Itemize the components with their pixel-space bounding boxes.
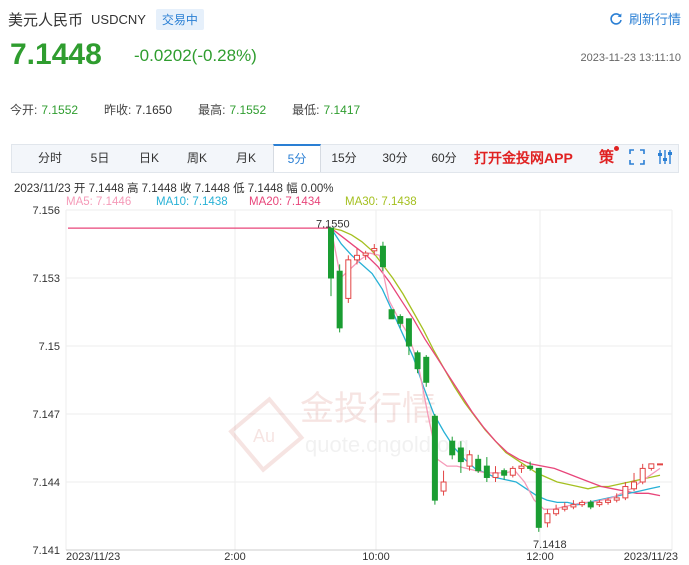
candle	[561, 506, 568, 510]
candle	[527, 465, 534, 469]
watermark-text: 金投行情	[300, 389, 436, 429]
refresh-button[interactable]: 刷新行情	[609, 9, 681, 28]
instrument-code: USDCNY	[91, 11, 146, 27]
y-tick-label: 7.15	[39, 341, 60, 353]
candle	[492, 472, 499, 478]
candle	[362, 252, 369, 256]
candle	[579, 501, 586, 506]
candle	[371, 248, 378, 252]
candle	[440, 481, 447, 492]
candle	[631, 481, 638, 490]
candle	[388, 309, 395, 320]
strategy-icon[interactable]: 策	[599, 146, 620, 167]
low-annotation: 7.1418	[533, 539, 567, 551]
high-annotation: 7.1550	[316, 219, 350, 231]
candle	[648, 463, 655, 469]
candle	[570, 504, 577, 508]
candle	[423, 356, 430, 383]
stat-low: 最低: 7.1417	[292, 103, 361, 117]
y-tick-label: 7.144	[32, 477, 60, 489]
quote-stats: 今开: 7.1552 昨收: 7.1650 最高: 7.1552 最低: 7.1417	[10, 101, 386, 118]
candle	[587, 501, 594, 508]
tab-30min[interactable]: 30分	[373, 145, 417, 172]
candle	[475, 458, 482, 472]
chart-grid	[65, 209, 673, 551]
candle	[639, 467, 646, 483]
tab-5min[interactable]: 5分	[273, 144, 321, 172]
y-tick-label: 7.147	[32, 409, 60, 421]
candle	[535, 467, 542, 528]
x-tick-label: 10:00	[362, 551, 390, 563]
candle	[553, 508, 560, 515]
trading-status-badge: 交易中	[155, 8, 204, 30]
y-axis: 7.156 7.153 7.15 7.147 7.144 7.141	[32, 205, 60, 557]
y-tick-label: 7.156	[32, 205, 60, 217]
y-tick-label: 7.153	[32, 273, 60, 285]
watermark-sub: quote.cngold.org	[305, 432, 469, 457]
current-price: 7.1448	[10, 38, 102, 71]
x-tick-label: 12:00	[526, 551, 554, 563]
kline-chart[interactable]: Au 金投行情 quote.cngold.org 7.1567.1537.157…	[0, 205, 689, 565]
candle	[605, 499, 612, 503]
candle	[328, 227, 334, 279]
open-app-link[interactable]: 打开金投网APP	[474, 145, 573, 172]
x-tick-label: 2023/11/23	[66, 551, 120, 563]
stat-open: 今开: 7.1552	[10, 103, 79, 117]
candle	[657, 463, 663, 466]
candle	[414, 352, 421, 370]
x-axis: 2023/11/23 2:00 10:00 12:00 2023/11/23	[66, 551, 678, 563]
candle	[431, 415, 438, 501]
candle	[613, 497, 620, 501]
bar-info: 2023/11/23 开 7.1448 高 7.1448 收 7.1448 低 …	[14, 183, 334, 195]
tab-daily-k[interactable]: 日K	[127, 145, 171, 172]
candle	[353, 254, 360, 261]
candle	[596, 501, 603, 506]
tab-60min[interactable]: 60分	[422, 145, 466, 172]
period-tabs: 分时 5日 日K 周K 月K 5分 15分 30分 60分 打开金投网APP 策	[11, 144, 679, 173]
price-change: -0.0202(-0.28%)	[134, 46, 257, 65]
tab-monthly-k[interactable]: 月K	[224, 145, 268, 172]
candle	[509, 467, 516, 476]
stat-prev-close: 昨收: 7.1650	[104, 103, 173, 117]
tab-timeshare[interactable]: 分时	[28, 145, 72, 172]
candle	[544, 513, 551, 524]
candle	[501, 470, 508, 476]
x-tick-label: 2:00	[224, 551, 245, 563]
refresh-icon	[610, 12, 622, 25]
candle	[483, 465, 490, 478]
watermark-logo-text: Au	[253, 426, 275, 446]
strategy-label: 策	[599, 149, 615, 166]
candle	[518, 465, 525, 469]
x-tick-label: 2023/11/23	[624, 551, 678, 563]
chart-series: 7.1550 7.1418	[68, 219, 663, 551]
fullscreen-icon[interactable]	[629, 149, 645, 170]
tab-5day[interactable]: 5日	[78, 145, 122, 172]
settings-icon[interactable]	[657, 149, 673, 170]
tab-15min[interactable]: 15分	[322, 145, 366, 172]
instrument-name: 美元人民币	[8, 11, 84, 29]
stat-high: 最高: 7.1552	[198, 103, 267, 117]
candle	[397, 316, 404, 324]
tab-weekly-k[interactable]: 周K	[175, 145, 219, 172]
candle	[379, 245, 386, 268]
candle	[405, 318, 412, 347]
candle	[466, 454, 473, 467]
candle	[449, 440, 456, 456]
candle	[457, 447, 464, 463]
candle	[336, 270, 343, 329]
quote-header: 美元人民币 USDCNY 交易中	[8, 6, 204, 32]
y-tick-label: 7.141	[32, 545, 60, 557]
refresh-label: 刷新行情	[628, 12, 681, 27]
candle	[345, 259, 352, 299]
quote-timestamp: 2023-11-23 13:11:10	[580, 52, 681, 64]
candle	[622, 486, 629, 499]
